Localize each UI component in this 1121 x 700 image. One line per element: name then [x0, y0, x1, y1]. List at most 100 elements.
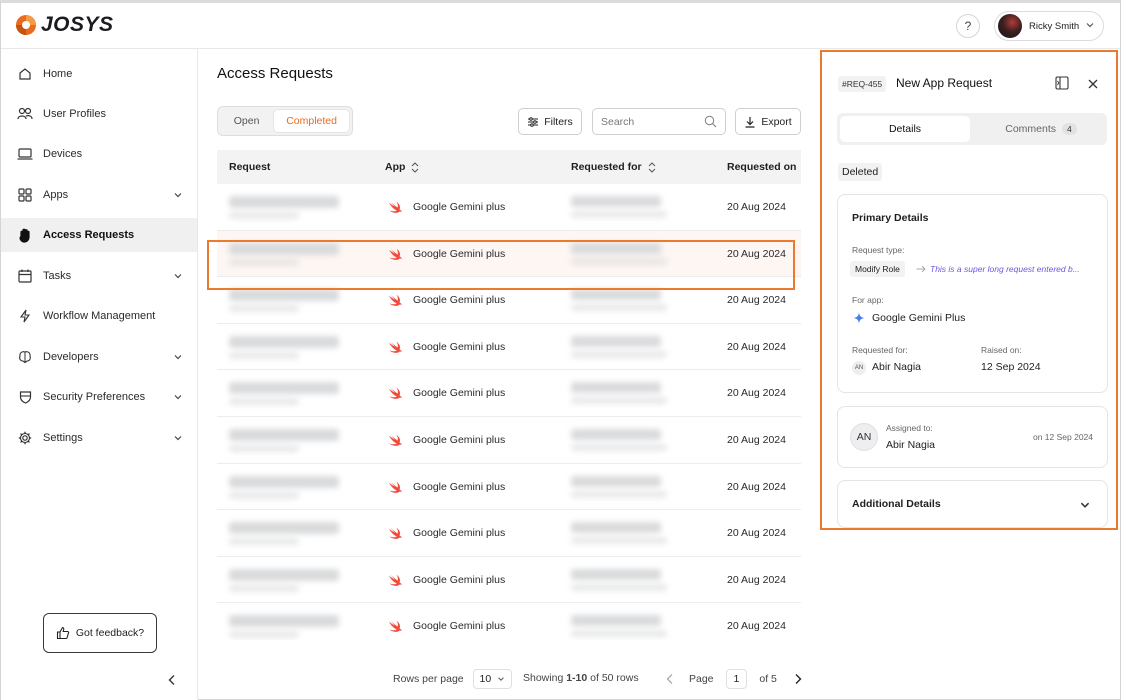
home-icon [17, 66, 33, 82]
chevron-right-icon[interactable] [793, 673, 803, 685]
sidebar-item-workflow-management[interactable]: Workflow Management [1, 299, 197, 333]
collapse-sidebar-button[interactable] [165, 673, 179, 687]
rows-per-page-select[interactable]: 10 [472, 669, 513, 689]
app-cell: Google Gemini plus [387, 525, 505, 541]
table-row[interactable]: Google Gemini plus 20 Aug 2024 [217, 603, 801, 640]
search-input[interactable]: Search [592, 108, 726, 135]
redacted-requested-for [571, 429, 661, 440]
redacted-requested-for [571, 196, 661, 207]
sidebar-item-developers[interactable]: Developers [1, 340, 197, 374]
sidebar-item-apps[interactable]: Apps [1, 178, 197, 212]
sidebar-item-label: Access Requests [43, 229, 135, 241]
additional-details-card[interactable]: Additional Details [837, 480, 1108, 528]
app-name: Google Gemini plus [413, 201, 506, 213]
sidebar-item-security-preferences[interactable]: Security Preferences [1, 380, 197, 414]
top-bar: JOSYS ? Ricky Smith [1, 3, 1120, 49]
swift-app-icon [389, 294, 402, 307]
sidebar-item-label: Home [43, 68, 73, 80]
table-row[interactable]: Google Gemini plus 20 Aug 2024 [217, 323, 801, 371]
search-icon [704, 115, 717, 128]
app-cell: Google Gemini plus [387, 479, 505, 495]
feedback-label: Got feedback? [75, 627, 145, 639]
request-id-badge: #REQ-455 [838, 76, 887, 92]
redacted-requested-for [571, 615, 661, 627]
tab-details[interactable]: Details [840, 116, 970, 142]
sidebar-item-settings[interactable]: Settings [1, 421, 197, 455]
gemini-icon [853, 312, 865, 324]
primary-details-card: Primary Details Request type: Modify Rol… [837, 194, 1108, 393]
redacted-request [229, 242, 339, 255]
sidebar-item-devices[interactable]: Devices [1, 137, 197, 171]
sidebar-item-tasks[interactable]: Tasks [1, 259, 197, 293]
app-cell: Google Gemini plus [387, 432, 505, 448]
chevron-down-icon [498, 677, 505, 681]
sidebar-item-access-requests[interactable]: Access Requests [1, 218, 197, 252]
question-icon: ? [964, 19, 972, 33]
column-header-requested-for[interactable]: Requested for [571, 161, 656, 173]
redacted-requested-for-sub [571, 257, 667, 265]
swift-app-icon [389, 620, 402, 633]
redacted-request-sub [229, 491, 299, 499]
tab-comments[interactable]: Comments 4 [977, 116, 1105, 142]
column-header-requested-on[interactable]: Requested on [727, 161, 796, 173]
for-app-label: For app: [852, 295, 884, 305]
swift-app-icon [389, 574, 402, 586]
filters-label: Filters [544, 115, 573, 128]
requested-on-cell: 20 Aug 2024 [727, 340, 786, 353]
page-number-input[interactable]: 1 [725, 669, 748, 689]
export-button[interactable]: Export [735, 108, 801, 135]
thumbs-up-icon [56, 626, 69, 640]
pagination: Page 1 of 5 [665, 669, 803, 689]
user-name: Ricky Smith [1029, 20, 1080, 32]
assignee-name: Abir Nagia [886, 439, 936, 451]
redacted-request [229, 429, 339, 441]
column-header-app[interactable]: App [385, 161, 419, 173]
request-note[interactable]: This is a super long request entered b..… [930, 264, 1095, 274]
user-menu[interactable]: Ricky Smith [994, 11, 1104, 41]
tab-open[interactable]: Open [220, 109, 273, 133]
chevron-down-icon [174, 395, 182, 400]
chevron-left-icon[interactable] [665, 673, 675, 685]
sidebar-item-user-profiles[interactable]: User Profiles [1, 97, 197, 131]
help-button[interactable]: ? [956, 14, 980, 38]
table-row[interactable]: Google Gemini plus 20 Aug 2024 [217, 184, 801, 231]
sidebar-item-label: Devices [43, 148, 83, 160]
table-row[interactable]: Google Gemini plus 20 Aug 2024 [217, 370, 801, 417]
table-row[interactable]: Google Gemini plus 20 Aug 2024 [217, 463, 801, 511]
column-header-request[interactable]: Request [229, 161, 270, 173]
redacted-request-sub [229, 584, 299, 592]
tab-label: Details [888, 123, 922, 135]
feedback-button[interactable]: Got feedback? [43, 613, 157, 653]
column-label: Requested for [571, 161, 642, 173]
filters-button[interactable]: Filters [518, 108, 582, 135]
calendar-icon [17, 268, 33, 284]
tab-completed[interactable]: Completed [273, 109, 350, 133]
expand-panel-icon[interactable] [1055, 76, 1069, 90]
redacted-requested-for-sub [571, 397, 667, 405]
table-row[interactable]: Google Gemini plus 20 Aug 2024 [217, 277, 801, 324]
redacted-request-sub [229, 445, 299, 452]
redacted-requested-for-sub [571, 304, 667, 312]
sidebar-item-home[interactable]: Home [1, 57, 197, 91]
table-row[interactable]: Google Gemini plus 20 Aug 2024 [217, 510, 801, 557]
table-row[interactable]: Google Gemini plus 20 Aug 2024 [217, 556, 801, 604]
raised-on-value: 12 Sep 2024 [981, 361, 1041, 373]
table-row[interactable]: Google Gemini plus 20 Aug 2024 [217, 417, 801, 464]
sliders-icon [528, 116, 539, 127]
app-cell: Google Gemini plus [387, 339, 505, 355]
column-label: Requested on [727, 161, 797, 173]
redacted-request-sub [229, 212, 299, 219]
table-row[interactable]: Google Gemini plus 20 Aug 2024 [217, 230, 801, 278]
app-name: Google Gemini plus [413, 340, 506, 353]
redacted-request [229, 615, 339, 628]
main-content: Access Requests Open Completed Filters S… [199, 49, 819, 700]
export-label: Export [761, 115, 792, 128]
redacted-requested-for [571, 522, 661, 534]
josys-logo[interactable]: JOSYS [15, 13, 114, 37]
redacted-request [229, 568, 339, 581]
swift-app-icon [389, 248, 402, 260]
column-label: Request [229, 161, 271, 173]
close-icon[interactable] [1087, 78, 1099, 90]
app-name: Google Gemini plus [413, 434, 506, 446]
redacted-request-sub [229, 258, 299, 266]
